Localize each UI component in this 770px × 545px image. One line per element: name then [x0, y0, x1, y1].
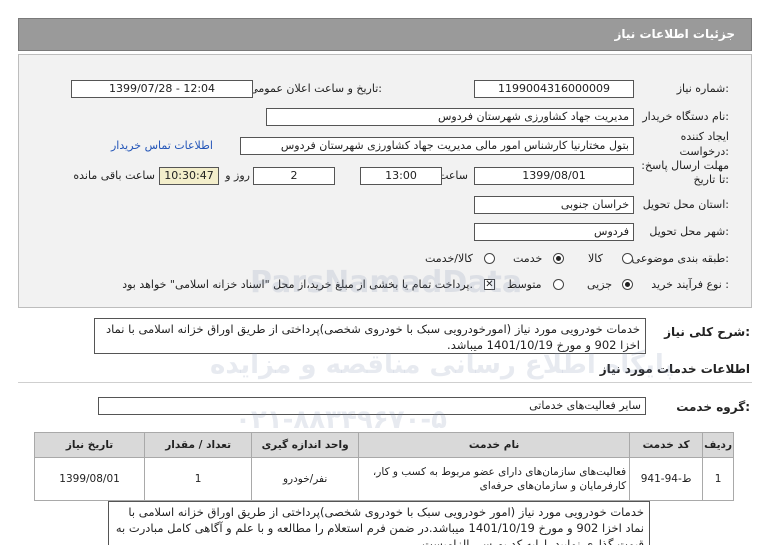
- category-option-goods-service: کالا/خدمت: [425, 252, 473, 265]
- province-field[interactable]: خراسان جنوبی: [474, 196, 634, 214]
- col-need-date: تاریخ نیاز: [33, 432, 146, 458]
- announce-datetime-field[interactable]: 1399/07/28 - 12:04: [71, 80, 253, 98]
- city-field[interactable]: فردوس: [474, 223, 634, 241]
- cell-unit: نفر/خودرو: [251, 457, 360, 501]
- section-divider: [18, 382, 752, 383]
- watermark-en: ParsNamadData: [250, 265, 523, 300]
- summary-label: شرح کلی نیاز:: [664, 325, 750, 339]
- remaining-time-field: 10:30:47: [159, 167, 219, 185]
- category-option-service: خدمت: [513, 252, 543, 265]
- category-radio-goods[interactable]: [622, 253, 633, 264]
- cell-row: 1: [702, 457, 734, 501]
- category-radio-goods-service[interactable]: [484, 253, 495, 264]
- process-label: نوع فرآیند خرید :: [651, 278, 729, 291]
- watermark-fa-phone: ۰۲۱-۸۸۳۴۹۶۷۰-۵: [235, 405, 448, 435]
- need-number-field[interactable]: 1199004316000009: [474, 80, 634, 98]
- deadline-time-field[interactable]: 13:00: [360, 167, 442, 185]
- requester-field[interactable]: بتول مختارنیا کارشناس امور مالی مدیریت ج…: [240, 137, 634, 155]
- buyer-contact-link[interactable]: اطلاعات تماس خریدار: [111, 139, 213, 152]
- page-header: جزئیات اطلاعات نیاز: [18, 18, 752, 51]
- days-label: روز و: [225, 169, 250, 182]
- cell-service-name: فعالیت‌های سازمان‌های دارای عضو مربوط به…: [358, 457, 631, 501]
- cell-quantity: 1: [144, 457, 253, 501]
- process-radio-minor[interactable]: [622, 279, 633, 290]
- buyer-name-field[interactable]: مدیریت جهاد کشاورزی شهرستان فردوس: [266, 108, 634, 126]
- requester-label: ایجاد کننده درخواست:: [679, 130, 730, 158]
- process-option-minor: جزیی: [587, 278, 613, 291]
- city-label: شهر محل تحویل:: [649, 225, 729, 238]
- province-label: استان محل تحویل:: [642, 198, 729, 211]
- remaining-time-label: ساعت باقی مانده: [73, 169, 155, 182]
- need-number-label: شماره نیاز:: [676, 82, 729, 95]
- announce-label: تاریخ و ساعت اعلان عمومی:: [249, 82, 382, 95]
- deadline-time-label: ساعت: [438, 169, 468, 182]
- cell-need-date: 1399/08/01: [33, 457, 146, 501]
- col-service-code: کد خدمت: [629, 432, 704, 458]
- page-title: جزئیات اطلاعات نیاز: [614, 27, 735, 41]
- category-radio-service[interactable]: [553, 253, 564, 264]
- process-radio-medium[interactable]: [553, 279, 564, 290]
- services-table: ردیف کد خدمت نام خدمت واحد اندازه گیری ت…: [33, 432, 734, 501]
- table-row[interactable]: 1 ط-94-941 فعالیت‌های سازمان‌های دارای ع…: [33, 457, 734, 501]
- buyer-notes-text: خدمات خودرویی مورد نیاز (امور خودرویی سب…: [108, 501, 650, 545]
- days-remaining-field[interactable]: 2: [253, 167, 335, 185]
- category-option-goods: کالا: [588, 252, 603, 265]
- col-unit: واحد اندازه گیری: [251, 432, 360, 458]
- category-label: طبقه بندی موضوعی:: [631, 252, 729, 265]
- summary-text: خدمات خودرویی مورد نیاز (امورخودرویی سبک…: [94, 318, 646, 354]
- watermark-fa-title: پایگاه اطلاع رسانی مناقصه و مزایده: [210, 350, 675, 380]
- buyer-label: نام دستگاه خریدار:: [642, 110, 729, 123]
- col-row: ردیف: [702, 432, 734, 458]
- col-quantity: تعداد / مقدار: [144, 432, 253, 458]
- service-group-label: گروه خدمت:: [676, 400, 750, 414]
- deadline-label: مهلت ارسال پاسخ: تا تاریخ:: [641, 159, 729, 186]
- cell-service-code: ط-94-941: [629, 457, 704, 501]
- col-service-name: نام خدمت: [358, 432, 631, 458]
- services-table-header: ردیف کد خدمت نام خدمت واحد اندازه گیری ت…: [33, 432, 734, 458]
- deadline-date-field[interactable]: 1399/08/01: [474, 167, 634, 185]
